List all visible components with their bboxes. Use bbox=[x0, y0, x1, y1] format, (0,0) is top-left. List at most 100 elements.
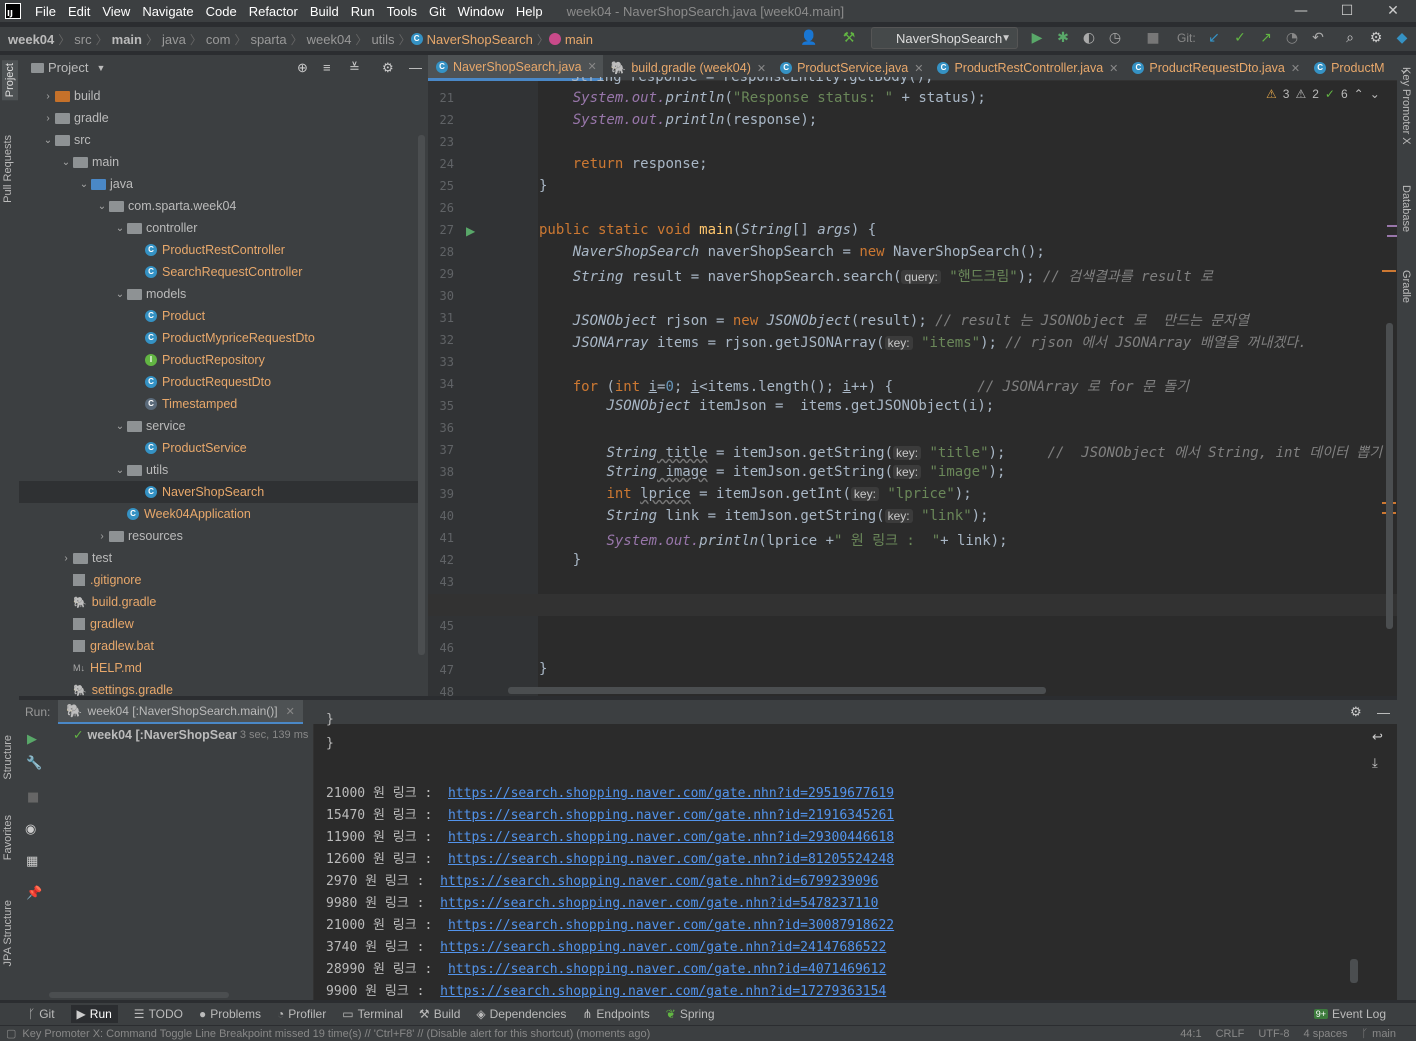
close-icon[interactable]: ✕ bbox=[757, 62, 766, 75]
soft-wrap-icon[interactable]: ↩ bbox=[1372, 730, 1383, 745]
vertical-scrollbar[interactable] bbox=[1350, 959, 1358, 983]
tab-productrestcontroller[interactable]: C ProductRestController.java ✕ bbox=[929, 55, 1124, 81]
run-gutter-icon[interactable]: ▶ bbox=[466, 224, 475, 238]
menu-tools[interactable]: Tools bbox=[387, 4, 417, 19]
tree-item[interactable]: C NaverShopSearch bbox=[19, 481, 418, 503]
chevron-down-icon[interactable]: ⌄ bbox=[59, 157, 73, 168]
menu-git[interactable]: Git bbox=[429, 4, 446, 19]
hammer-icon[interactable]: ⚒ bbox=[840, 29, 858, 47]
stop-icon[interactable]: ■ bbox=[1144, 29, 1162, 47]
layout-icon[interactable]: ▦ bbox=[26, 854, 38, 869]
project-panel-title[interactable]: Project bbox=[48, 60, 88, 75]
tree-item[interactable]: ⌄ main bbox=[19, 151, 418, 173]
collapse-all-icon[interactable]: ≚ bbox=[349, 60, 360, 76]
history-icon[interactable]: ◔ bbox=[1283, 29, 1301, 47]
breadcrumb-item[interactable]: week04 bbox=[8, 32, 54, 47]
pin-icon[interactable]: 📌 bbox=[26, 886, 42, 901]
menu-build[interactable]: Build bbox=[310, 4, 339, 19]
tree-item[interactable]: C ProductRequestDto bbox=[19, 371, 418, 393]
tree-item[interactable]: I ProductRepository bbox=[19, 349, 418, 371]
settings-icon[interactable]: ⚙ bbox=[1367, 29, 1385, 47]
result-link[interactable]: https://search.shopping.naver.com/gate.n… bbox=[448, 786, 894, 801]
wrench-icon[interactable]: 🔧 bbox=[26, 756, 42, 771]
tab-overflow-chevron-icon[interactable]: ⌄ bbox=[1391, 55, 1415, 81]
tool-tab-problems[interactable]: ● Problems bbox=[199, 1007, 261, 1021]
gear-icon[interactable]: ⚙ bbox=[1350, 704, 1362, 720]
tree-item[interactable]: ⌄ models bbox=[19, 283, 418, 305]
tree-item[interactable]: ⌄ java bbox=[19, 173, 418, 195]
locate-icon[interactable]: ⊕ bbox=[297, 60, 308, 76]
tool-tab-build[interactable]: ⚒ Build bbox=[419, 1007, 460, 1021]
menu-code[interactable]: Code bbox=[206, 4, 237, 19]
breadcrumb-item[interactable]: com bbox=[206, 32, 231, 47]
tree-item[interactable]: C SearchRequestController bbox=[19, 261, 418, 283]
close-icon[interactable]: ✕ bbox=[1109, 62, 1118, 75]
tree-item[interactable]: C ProductRestController bbox=[19, 239, 418, 261]
git-update-icon[interactable]: ↙ bbox=[1205, 29, 1223, 47]
chevron-right-icon[interactable]: › bbox=[59, 553, 73, 564]
tree-item[interactable]: 🐘 settings.gradle bbox=[19, 679, 418, 701]
chevron-right-icon[interactable]: › bbox=[41, 113, 55, 124]
maximize-icon[interactable]: ☐ bbox=[1324, 0, 1370, 22]
chevron-down-icon[interactable]: ⌄ bbox=[1370, 87, 1380, 101]
git-commit-icon[interactable]: ✓ bbox=[1231, 29, 1249, 47]
chevron-down-icon[interactable]: ▼ bbox=[96, 63, 105, 73]
menu-window[interactable]: Window bbox=[458, 4, 504, 19]
run-tab[interactable]: 🐘 week04 [:NaverShopSearch.main()] ✕ bbox=[58, 700, 303, 724]
tree-item[interactable]: › build bbox=[19, 85, 418, 107]
hide-icon[interactable]: — bbox=[409, 60, 422, 75]
breadcrumb-item[interactable]: utils bbox=[371, 32, 394, 47]
result-link[interactable]: https://search.shopping.naver.com/gate.n… bbox=[448, 830, 894, 845]
breadcrumb-item[interactable]: java bbox=[162, 32, 186, 47]
breadcrumb-item[interactable]: main bbox=[565, 32, 593, 47]
tree-item[interactable]: gradlew bbox=[19, 613, 418, 635]
result-link[interactable]: https://search.shopping.naver.com/gate.n… bbox=[448, 962, 886, 977]
status-message[interactable]: Key Promoter X: Command Toggle Line Brea… bbox=[22, 1028, 650, 1040]
close-icon[interactable]: ✕ bbox=[588, 60, 597, 73]
coverage-icon[interactable]: ◐ bbox=[1080, 29, 1098, 47]
indent-setting[interactable]: 4 spaces bbox=[1304, 1028, 1348, 1040]
file-encoding[interactable]: UTF-8 bbox=[1258, 1028, 1289, 1040]
menu-run[interactable]: Run bbox=[351, 4, 375, 19]
tree-item[interactable]: C Timestamped bbox=[19, 393, 418, 415]
minimize-icon[interactable]: — bbox=[1278, 0, 1324, 22]
rerun-icon[interactable]: ▶ bbox=[27, 732, 37, 747]
chevron-right-icon[interactable]: › bbox=[41, 91, 55, 102]
chevron-down-icon[interactable]: ⌄ bbox=[113, 289, 127, 300]
tool-tab-profiler[interactable]: ◔ Profiler bbox=[277, 1007, 326, 1021]
close-icon[interactable]: ✕ bbox=[1370, 0, 1416, 22]
chevron-down-icon[interactable]: ⌄ bbox=[41, 135, 55, 146]
tree-item[interactable]: ⌄ utils bbox=[19, 459, 418, 481]
tree-item[interactable]: M↓ HELP.md bbox=[19, 657, 418, 679]
eye-icon[interactable]: ◉ bbox=[25, 822, 36, 837]
tool-tab-run[interactable]: ▶ Run bbox=[70, 1005, 118, 1023]
tree-item[interactable]: ⌄ service bbox=[19, 415, 418, 437]
tool-tab-favorites[interactable]: Favorites bbox=[2, 815, 14, 860]
git-branch[interactable]: main bbox=[1372, 1028, 1396, 1040]
tool-tab-structure[interactable]: Structure bbox=[2, 735, 14, 780]
run-configuration-select[interactable]: NaverShopSearch ▼ bbox=[871, 27, 1018, 49]
debug-icon[interactable]: ✱ bbox=[1054, 29, 1072, 47]
event-log-button[interactable]: 9+ Event Log bbox=[1313, 1007, 1386, 1021]
chevron-down-icon[interactable]: ⌄ bbox=[113, 223, 127, 234]
toolbox-icon[interactable]: ◆ bbox=[1393, 29, 1411, 47]
tool-tab-gradle[interactable]: Gradle bbox=[1400, 270, 1412, 303]
result-link[interactable]: https://search.shopping.naver.com/gate.n… bbox=[440, 896, 878, 911]
result-link[interactable]: https://search.shopping.naver.com/gate.n… bbox=[440, 874, 878, 889]
hide-icon[interactable]: — bbox=[1377, 705, 1390, 720]
menu-file[interactable]: File bbox=[35, 4, 56, 19]
chevron-down-icon[interactable]: ⌄ bbox=[95, 201, 109, 212]
close-icon[interactable]: ✕ bbox=[1291, 62, 1300, 75]
breadcrumb-item[interactable]: week04 bbox=[307, 32, 352, 47]
search-icon[interactable]: ⌕ bbox=[1341, 29, 1359, 47]
chevron-down-icon[interactable]: ⌄ bbox=[113, 465, 127, 476]
menu-edit[interactable]: Edit bbox=[68, 4, 90, 19]
tab-productrequestdto[interactable]: C ProductRequestDto.java ✕ bbox=[1124, 55, 1306, 81]
horizontal-scrollbar[interactable] bbox=[49, 992, 229, 998]
tool-tab-todo[interactable]: ☰ TODO bbox=[134, 1007, 183, 1021]
gear-icon[interactable]: ⚙ bbox=[382, 60, 394, 76]
tree-item[interactable]: ⌄ src bbox=[19, 129, 418, 151]
expand-all-icon[interactable]: ≡ bbox=[323, 60, 331, 75]
inspection-widget[interactable]: ⚠ 3 ⚠ 2 ✓ 6 ⌃ ⌄ bbox=[1266, 87, 1380, 101]
result-link[interactable]: https://search.shopping.naver.com/gate.n… bbox=[440, 984, 886, 999]
